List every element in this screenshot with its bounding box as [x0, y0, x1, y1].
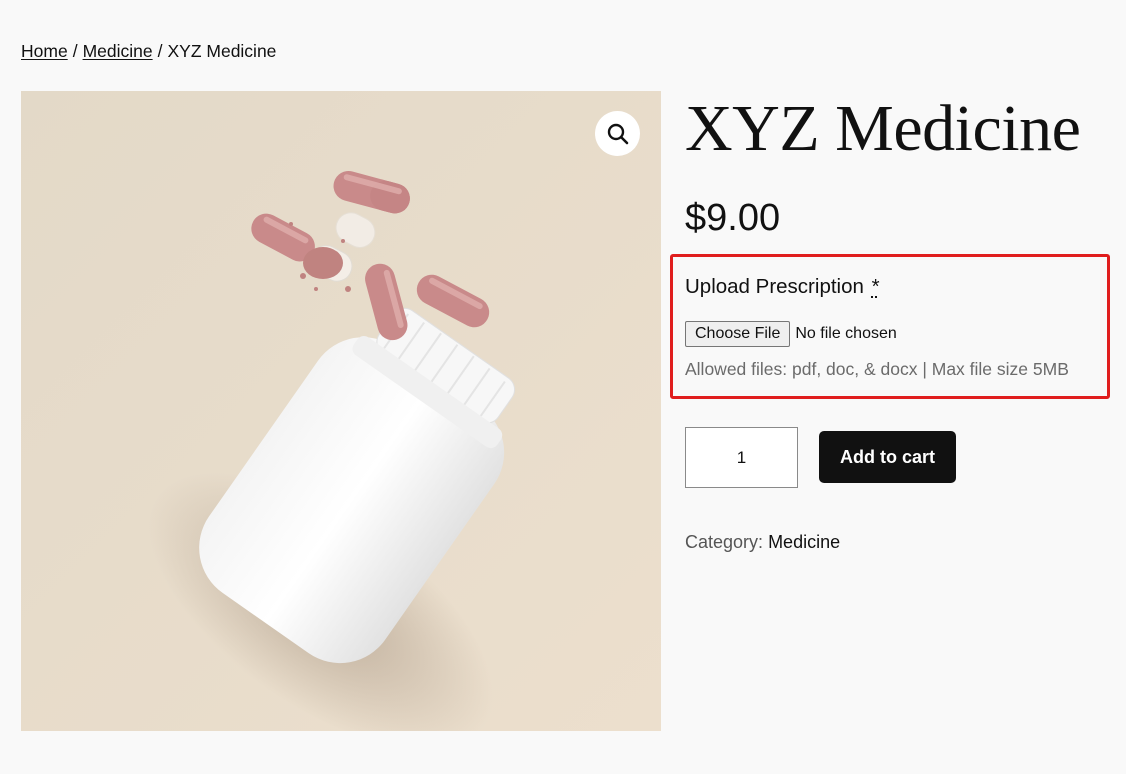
- breadcrumb-separator: /: [157, 41, 163, 61]
- product-summary: XYZ Medicine $9.00 Upload Prescription *…: [670, 91, 1117, 552]
- product-photo: [21, 91, 661, 731]
- magnifier-icon: [607, 123, 628, 144]
- allowed-files-note: Allowed files: pdf, doc, & docx | Max fi…: [685, 359, 1069, 379]
- category-label: Category:: [685, 532, 764, 552]
- zoom-button[interactable]: [595, 111, 640, 156]
- file-input[interactable]: Choose File No file chosen: [685, 321, 897, 347]
- breadcrumb: Home / Medicine / XYZ Medicine: [21, 41, 276, 62]
- upload-prescription-section: Upload Prescription * Choose File No fil…: [670, 254, 1110, 399]
- choose-file-button[interactable]: Choose File: [685, 321, 791, 347]
- upload-label-text: Upload Prescription: [685, 275, 864, 298]
- product-category: Category: Medicine: [685, 532, 840, 553]
- product-price: $9.00: [685, 197, 781, 239]
- file-status: No file chosen: [795, 325, 897, 342]
- product-image[interactable]: [21, 91, 661, 731]
- category-link[interactable]: Medicine: [768, 532, 840, 552]
- breadcrumb-category-link[interactable]: Medicine: [83, 41, 153, 61]
- breadcrumb-current: XYZ Medicine: [167, 41, 277, 61]
- breadcrumb-separator: /: [72, 41, 78, 61]
- add-to-cart-button[interactable]: Add to cart: [819, 431, 956, 483]
- breadcrumb-home-link[interactable]: Home: [21, 41, 68, 61]
- product-title: XYZ Medicine: [685, 92, 1081, 165]
- quantity-input[interactable]: [685, 427, 798, 488]
- product-page: Home / Medicine / XYZ Medicine XYZ Medic…: [0, 0, 1126, 774]
- required-mark: *: [871, 275, 880, 298]
- upload-prescription-label: Upload Prescription *: [685, 275, 880, 299]
